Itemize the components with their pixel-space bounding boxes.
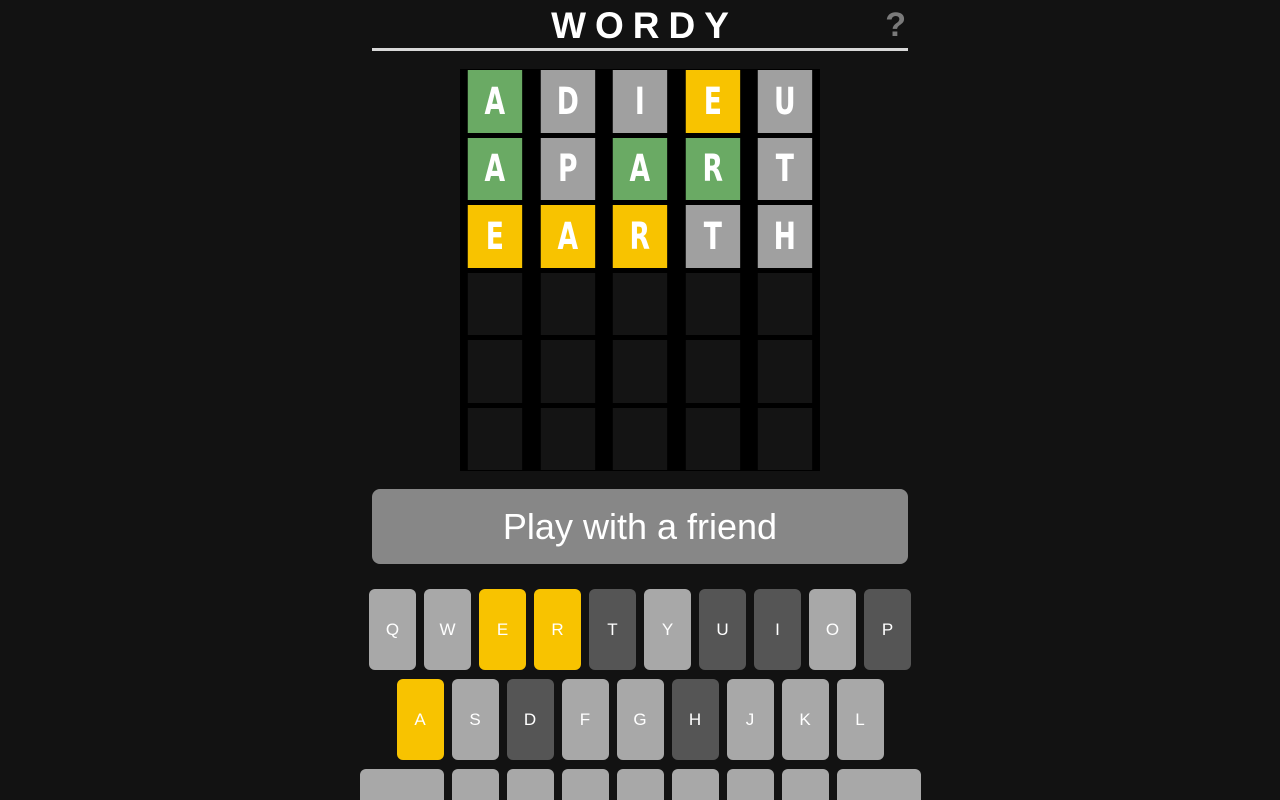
key-p[interactable]: P — [864, 589, 911, 670]
board-tile: R — [612, 205, 668, 268]
key-b[interactable]: B — [671, 769, 719, 800]
board-tile — [540, 340, 595, 403]
key-g[interactable]: G — [616, 679, 664, 760]
board-tile: H — [758, 205, 813, 268]
help-icon[interactable]: ? — [885, 6, 906, 44]
board-tile: U — [758, 70, 813, 133]
key-l[interactable]: L — [836, 679, 884, 760]
key-k[interactable]: K — [781, 679, 829, 760]
on-screen-keyboard: QWERTYUIOP ASDFGHJKL ENTERZXCVBNM⌫ — [0, 589, 1280, 800]
board-tile — [612, 272, 668, 335]
board-tile: D — [540, 70, 595, 133]
board-tile — [467, 340, 522, 403]
key-e[interactable]: E — [479, 589, 526, 670]
key-c[interactable]: C — [561, 769, 609, 800]
key-backspace[interactable]: ⌫ — [836, 769, 921, 800]
key-y[interactable]: Y — [644, 589, 691, 670]
key-v[interactable]: V — [616, 769, 664, 800]
board-tile — [758, 407, 813, 470]
key-i[interactable]: I — [754, 589, 801, 670]
board-tile: I — [612, 70, 668, 133]
board-tile — [685, 272, 740, 335]
key-f[interactable]: F — [561, 679, 609, 760]
keyboard-row: ENTERZXCVBNM⌫ — [0, 769, 1280, 800]
board-tile: P — [540, 137, 595, 200]
key-x[interactable]: X — [506, 769, 554, 800]
board-tile: A — [467, 70, 522, 133]
board-tile: A — [612, 137, 668, 200]
game-app: WORDY ? ADIEUAPARTEARTH Play with a frie… — [0, 0, 1280, 800]
key-q[interactable]: Q — [369, 589, 416, 670]
key-r[interactable]: R — [534, 589, 581, 670]
app-header: WORDY ? — [372, 0, 908, 51]
board-tile — [758, 272, 813, 335]
play-with-a-friend-button[interactable]: Play with a friend — [372, 489, 908, 564]
key-j[interactable]: J — [726, 679, 774, 760]
board-tile — [540, 272, 595, 335]
key-w[interactable]: W — [424, 589, 471, 670]
board-tile: T — [685, 205, 740, 268]
keyboard-row: QWERTYUIOP — [0, 589, 1280, 670]
board-tile: E — [467, 205, 522, 268]
board-tile — [612, 340, 668, 403]
key-t[interactable]: T — [589, 589, 636, 670]
board-tile — [467, 407, 522, 470]
board-tile: A — [467, 137, 522, 200]
board-tile — [467, 272, 522, 335]
key-u[interactable]: U — [699, 589, 746, 670]
key-a[interactable]: A — [396, 679, 444, 760]
board-tile — [612, 407, 668, 470]
board-tile: R — [685, 137, 740, 200]
key-z[interactable]: Z — [451, 769, 499, 800]
board-tile: T — [758, 137, 813, 200]
key-h[interactable]: H — [671, 679, 719, 760]
key-m[interactable]: M — [781, 769, 829, 800]
board-tile: A — [540, 205, 595, 268]
key-enter[interactable]: ENTER — [359, 769, 444, 800]
page-title: WORDY — [551, 5, 738, 46]
board-tile — [685, 407, 740, 470]
key-s[interactable]: S — [451, 679, 499, 760]
board-tile — [685, 340, 740, 403]
key-d[interactable]: D — [506, 679, 554, 760]
key-n[interactable]: N — [726, 769, 774, 800]
board-tile — [758, 340, 813, 403]
board-tile: E — [685, 70, 740, 133]
keyboard-row: ASDFGHJKL — [0, 679, 1280, 760]
wordle-board: ADIEUAPARTEARTH — [460, 69, 820, 471]
board-tile — [540, 407, 595, 470]
key-o[interactable]: O — [809, 589, 856, 670]
